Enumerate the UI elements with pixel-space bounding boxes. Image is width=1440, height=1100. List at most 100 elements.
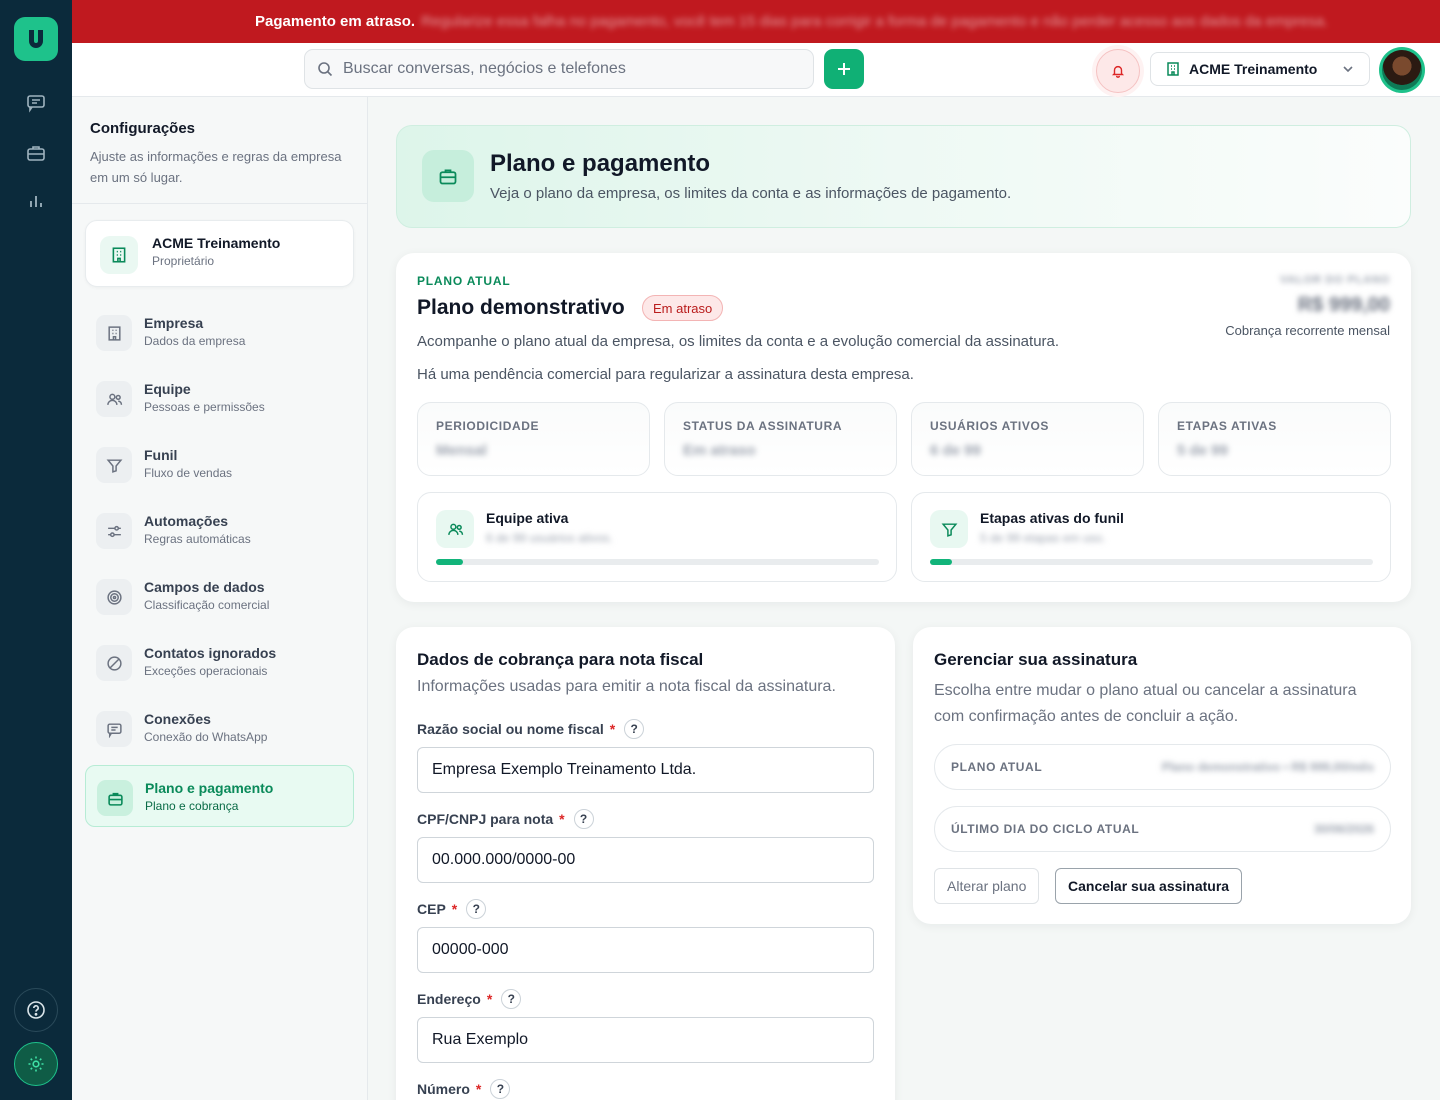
field-label-cpf-cnpj: CPF/CNPJ para nota *? <box>417 809 594 829</box>
app-logo-icon[interactable] <box>14 17 58 61</box>
change-plan-button[interactable]: Alterar plano <box>934 868 1040 904</box>
billing-subtitle: Informações usadas para emitir a nota fi… <box>417 678 836 695</box>
stat-value: Em atraso <box>683 442 756 459</box>
stat-label: STATUS DA ASSINATURA <box>683 419 843 433</box>
sidebar-item-contatos-ignorados[interactable]: Contatos ignorados Exceções operacionais <box>85 631 354 693</box>
company-name: ACME Treinamento <box>1189 61 1318 77</box>
sidebar-item-label: Automações <box>144 513 229 529</box>
plan-value: R$ 999,00 <box>1297 294 1390 316</box>
banner-message: Regularize essa falha no pagamento, você… <box>421 13 1329 30</box>
search-icon <box>318 62 333 77</box>
usage-title: Equipe ativa <box>486 510 569 526</box>
plan-recurrence: Cobrança recorrente mensal <box>1225 323 1390 338</box>
payment-overdue-banner: Pagamento em atraso. Regularize essa fal… <box>72 0 1440 43</box>
chevron-down-icon <box>1343 66 1353 73</box>
sidebar-item-label: Campos de dados <box>144 579 265 595</box>
field-label-endereco: Endereço *? <box>417 989 522 1009</box>
usage-team: Equipe ativa 6 de 99 usuários ativos. <box>417 492 897 582</box>
bell-icon <box>1111 65 1125 78</box>
endereco-input[interactable]: Rua Exemplo <box>417 1017 874 1063</box>
banner-title: Pagamento em atraso. <box>255 13 416 30</box>
plus-icon <box>838 63 850 75</box>
cpf-cnpj-input[interactable]: 00.000.000/0000-00 <box>417 837 874 883</box>
user-avatar[interactable] <box>1379 47 1425 93</box>
sidebar-divider <box>72 203 368 204</box>
row-value: 30/06/2026 <box>1313 822 1374 836</box>
organization-role: Proprietário <box>152 254 215 268</box>
chat-icon[interactable] <box>24 91 48 115</box>
plan-name: Plano demonstrativo <box>417 296 625 319</box>
sidebar-item-funil[interactable]: Funil Fluxo de vendas <box>85 433 354 495</box>
sidebar-item-sublabel: Conexão do WhatsApp <box>144 730 268 744</box>
cancel-subscription-button[interactable]: Cancelar sua assinatura <box>1055 868 1243 904</box>
sidebar-item-label: Empresa <box>144 315 204 331</box>
stat-label: USUÁRIOS ATIVOS <box>930 419 1050 433</box>
stat-active-users: USUÁRIOS ATIVOS 6 de 99 <box>911 402 1144 476</box>
help-icon[interactable]: ? <box>466 899 487 919</box>
stat-value: 6 de 99 <box>930 442 981 459</box>
bar-chart-icon[interactable] <box>24 189 48 213</box>
sidebar-item-automacoes[interactable]: Automações Regras automáticas <box>85 499 354 561</box>
sliders-icon <box>96 513 132 549</box>
field-label-cep: CEP *? <box>417 899 487 919</box>
briefcase-icon[interactable] <box>24 141 48 165</box>
sidebar-item-sublabel: Plano e cobrança <box>145 799 239 813</box>
notifications-button[interactable] <box>1096 49 1140 93</box>
briefcase-icon <box>97 780 133 816</box>
sidebar-item-empresa[interactable]: Empresa Dados da empresa <box>85 301 354 363</box>
manage-title: Gerenciar sua assinatura <box>934 650 1138 669</box>
sidebar-item-conexoes[interactable]: Conexões Conexão do WhatsApp <box>85 697 354 759</box>
cycle-end-row: ÚLTIMO DIA DO CICLO ATUAL 30/06/2026 <box>934 806 1391 852</box>
filter-icon <box>930 510 968 548</box>
stat-subscription-status: STATUS DA ASSINATURA Em atraso <box>664 402 897 476</box>
sidebar-title: Configurações <box>90 120 196 137</box>
sidebar-item-equipe[interactable]: Equipe Pessoas e permissões <box>85 367 354 429</box>
search-input[interactable]: Buscar conversas, negócios e telefones <box>304 49 814 89</box>
sidebar-item-sublabel: Regras automáticas <box>144 532 251 546</box>
building-icon <box>100 236 138 274</box>
stat-value: Mensal <box>436 442 487 459</box>
current-plan-row: PLANO ATUAL Plano demonstrativo • R$ 999… <box>934 744 1391 790</box>
help-icon[interactable]: ? <box>573 809 594 829</box>
row-label: PLANO ATUAL <box>951 760 1043 774</box>
help-icon[interactable]: ? <box>501 989 522 1009</box>
organization-name: ACME Treinamento <box>152 235 281 251</box>
add-button[interactable] <box>824 49 864 89</box>
users-icon <box>96 381 132 417</box>
plan-value-label: VALOR DO PLANO <box>1280 274 1390 286</box>
organization-card: ACME Treinamento Proprietário <box>85 220 354 287</box>
company-selector[interactable]: ACME Treinamento <box>1150 52 1370 86</box>
stat-periodicity: PERIODICIDADE Mensal <box>417 402 650 476</box>
sidebar-item-plano-e-pagamento[interactable]: Plano e pagamento Plano e cobrança <box>85 765 354 827</box>
help-icon[interactable] <box>14 988 58 1032</box>
filter-icon <box>96 447 132 483</box>
row-label: ÚLTIMO DIA DO CICLO ATUAL <box>951 822 1140 836</box>
status-badge: Em atraso <box>642 295 724 321</box>
sidebar-item-label: Plano e pagamento <box>145 780 274 796</box>
billing-title: Dados de cobrança para nota fiscal <box>417 650 704 669</box>
search-placeholder: Buscar conversas, negócios e telefones <box>343 60 626 77</box>
users-icon <box>436 510 474 548</box>
building-icon <box>1167 62 1179 76</box>
plan-eyebrow: PLANO ATUAL <box>417 274 511 288</box>
page-header: Plano e pagamento Veja o plano da empres… <box>396 125 1411 228</box>
app-rail <box>0 0 72 1100</box>
usage-progress-fill <box>436 559 463 565</box>
target-icon <box>96 579 132 615</box>
help-icon[interactable]: ? <box>624 719 645 739</box>
usage-title: Etapas ativas do funil <box>980 510 1124 526</box>
stat-label: ETAPAS ATIVAS <box>1177 419 1277 433</box>
cep-input[interactable]: 00000-000 <box>417 927 874 973</box>
razao-social-input[interactable]: Empresa Exemplo Treinamento Ltda. <box>417 747 874 793</box>
sidebar-item-sublabel: Fluxo de vendas <box>144 466 233 480</box>
plan-pending-notice: Há uma pendência comercial para regulari… <box>417 366 914 383</box>
manage-subtitle: Escolha entre mudar o plano atual ou can… <box>934 682 1357 725</box>
usage-sub: 5 de 99 etapas em uso. <box>980 531 1106 545</box>
sidebar-item-sublabel: Pessoas e permissões <box>144 400 265 414</box>
help-icon[interactable]: ? <box>490 1079 511 1099</box>
usage-sub: 6 de 99 usuários ativos. <box>486 531 613 545</box>
settings-gear-icon[interactable] <box>14 1042 58 1086</box>
usage-progress-bar <box>930 559 1373 565</box>
stat-value: 5 de 99 <box>1177 442 1228 459</box>
sidebar-item-campos-de-dados[interactable]: Campos de dados Classificação comercial <box>85 565 354 627</box>
